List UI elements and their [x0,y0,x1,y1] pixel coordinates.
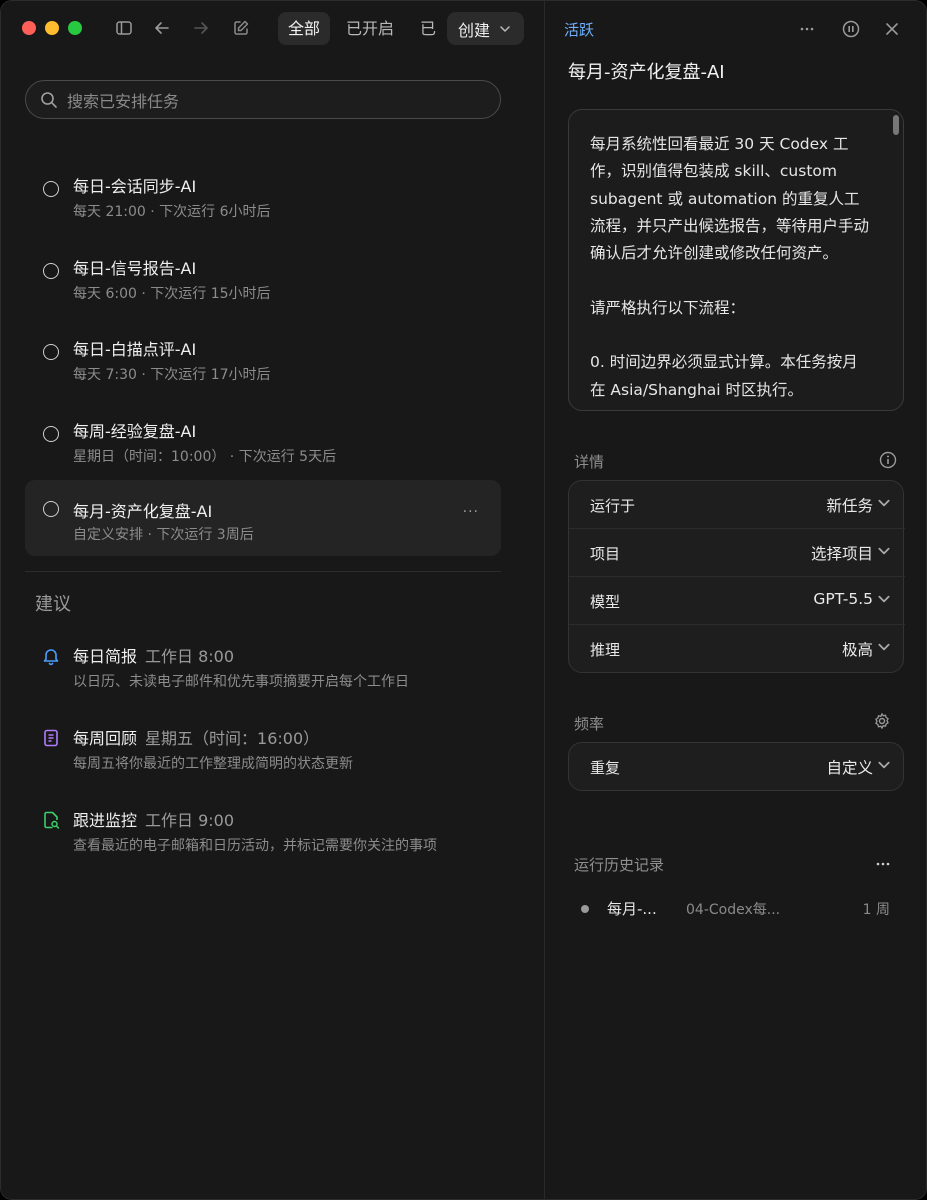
row-label: 运行于 [590,497,636,515]
task-title: 每日-白描点评-AI [73,340,197,359]
suggestion-title: 每日简报 工作日 8:00 [73,647,235,666]
history-age: 1 周 [862,902,890,918]
task-schedule: 每天 21:00 · 下次运行 6小时后 [73,204,271,220]
suggestion-item[interactable]: 每周回顾 星期五（时间：16:00） 每周五将你最近的工作整理成简明的状态更新 [41,725,511,785]
tab-truncated[interactable]: 已 [410,12,446,45]
row-value: 自定义 [826,759,873,777]
compose-icon[interactable] [230,17,252,39]
history-thread-name: 04-Codex每... [686,902,781,918]
row-value: GPT-5.5 [813,590,873,608]
file-search-icon [44,811,60,829]
history-heading: 运行历史记录 [574,856,665,874]
history-row[interactable]: 每月-... 04-Codex每... 1 周 [581,897,901,921]
create-button-label: 创建 [458,20,491,40]
task-title: 每日-会话同步-AI [73,177,197,196]
close-window-button[interactable] [22,21,36,35]
task-list-pane: 全部 已开启 已 创建 搜索已安排任务 每日-会话同步-AI 每天 21:00 … [1,1,544,1199]
tab-all[interactable]: 全部 [278,12,331,45]
row-label: 模型 [590,593,621,611]
back-arrow-icon[interactable] [151,17,173,39]
history-task-name: 每月-... [607,900,657,918]
task-title: 每日-信号报告-AI [73,259,197,278]
details-heading: 详情 [574,453,605,471]
task-item-selected[interactable]: 每月-资产化复盘-AI 自定义安排 · 下次运行 3周后 ··· [25,480,501,556]
pause-icon[interactable] [840,18,862,40]
task-title: 每月-资产化复盘-AI [73,502,213,521]
chevron-down-icon [878,547,890,555]
chevron-down-icon [878,643,890,651]
prompt-textarea[interactable]: 每月系统性回看最近 30 天 Codex 工作，识别值得包装成 skill、cu… [568,109,904,411]
suggestion-item[interactable]: 跟进监控 工作日 9:00 查看最近的电子邮箱和日历活动，并标记需要你关注的事项 [41,807,511,867]
chevron-down-icon [878,595,890,603]
forward-arrow-icon[interactable] [190,17,212,39]
more-options-icon[interactable] [872,853,894,875]
info-icon[interactable] [877,449,899,471]
row-value: 新任务 [826,497,873,515]
section-divider [25,571,501,572]
suggestion-title: 每周回顾 星期五（时间：16:00） [73,729,320,748]
status-badge: 活跃 [564,21,595,39]
more-options-icon[interactable] [796,18,818,40]
task-schedule: 星期日（时间：10:00） · 下次运行 5天后 [73,449,337,465]
repeat-select[interactable]: 重复 自定义 [569,743,905,791]
close-icon[interactable] [881,18,903,40]
task-status-circle[interactable] [43,501,59,517]
suggestion-item[interactable]: 每日简报 工作日 8:00 以日历、未读电子邮件和优先事项摘要开启每个工作日 [41,643,511,703]
suggestions-heading: 建议 [35,594,71,615]
details-card: 运行于 新任务 项目 选择项目 模型 GPT-5.5 推理 极高 [568,480,905,673]
search-input[interactable]: 搜索已安排任务 [25,80,501,119]
create-button[interactable]: 创建 [447,12,524,45]
task-item[interactable]: 每日-信号报告-AI 每天 6:00 · 下次运行 15小时后 [25,243,501,319]
chevron-down-icon [878,499,890,507]
zoom-window-button[interactable] [68,21,82,35]
prompt-text: 每月系统性回看最近 30 天 Codex 工作，识别值得包装成 skill、cu… [590,135,870,399]
bell-icon [43,649,59,666]
row-label: 推理 [590,641,621,659]
row-value: 极高 [841,641,873,659]
task-title: 每周-经验复盘-AI [73,422,197,441]
suggestion-description: 查看最近的电子邮箱和日历活动，并标记需要你关注的事项 [73,838,437,854]
row-value: 选择项目 [810,545,873,563]
status-dot [581,905,589,913]
task-item[interactable]: 每日-会话同步-AI 每天 21:00 · 下次运行 6小时后 [25,161,501,237]
task-schedule: 每天 6:00 · 下次运行 15小时后 [73,286,271,302]
minimize-window-button[interactable] [45,21,59,35]
page-title: 每月-资产化复盘-AI [568,62,725,83]
task-schedule: 自定义安排 · 下次运行 3周后 [73,527,254,543]
suggestion-description: 每周五将你最近的工作整理成简明的状态更新 [73,756,353,772]
reasoning-select[interactable]: 推理 极高 [569,625,905,673]
gear-icon[interactable] [871,710,893,732]
task-schedule: 每天 7:30 · 下次运行 17小时后 [73,367,271,383]
scrollbar[interactable] [893,115,899,135]
task-status-circle[interactable] [43,344,59,360]
frequency-heading: 频率 [574,715,605,733]
row-label: 项目 [590,545,621,563]
task-status-circle[interactable] [43,426,59,442]
task-item[interactable]: 每周-经验复盘-AI 星期日（时间：10:00） · 下次运行 5天后 [25,406,501,482]
model-select[interactable]: 模型 GPT-5.5 [569,577,905,625]
sidebar-toggle-icon[interactable] [113,17,135,39]
chevron-down-icon [500,25,510,32]
suggestion-title: 跟进监控 工作日 9:00 [73,811,235,830]
task-detail-pane: 活跃 每月-资产化复盘-AI 每月系统性回看最近 30 天 Codex 工作，识… [545,1,926,1199]
task-status-circle[interactable] [43,181,59,197]
task-status-circle[interactable] [43,263,59,279]
run-on-select[interactable]: 运行于 新任务 [569,481,905,529]
search-placeholder: 搜索已安排任务 [67,91,180,111]
search-icon [41,91,57,108]
tab-enabled[interactable]: 已开启 [336,12,404,45]
suggestion-description: 以日历、未读电子邮件和优先事项摘要开启每个工作日 [73,674,409,690]
app-window: 全部 已开启 已 创建 搜索已安排任务 每日-会话同步-AI 每天 21:00 … [0,0,927,1200]
project-select[interactable]: 项目 选择项目 [569,529,905,577]
task-item[interactable]: 每日-白描点评-AI 每天 7:30 · 下次运行 17小时后 [25,324,501,400]
chevron-down-icon [878,761,890,769]
more-options-icon[interactable]: ··· [463,504,479,520]
document-icon [44,729,58,747]
frequency-card: 重复 自定义 [568,742,904,791]
row-label: 重复 [590,759,621,777]
